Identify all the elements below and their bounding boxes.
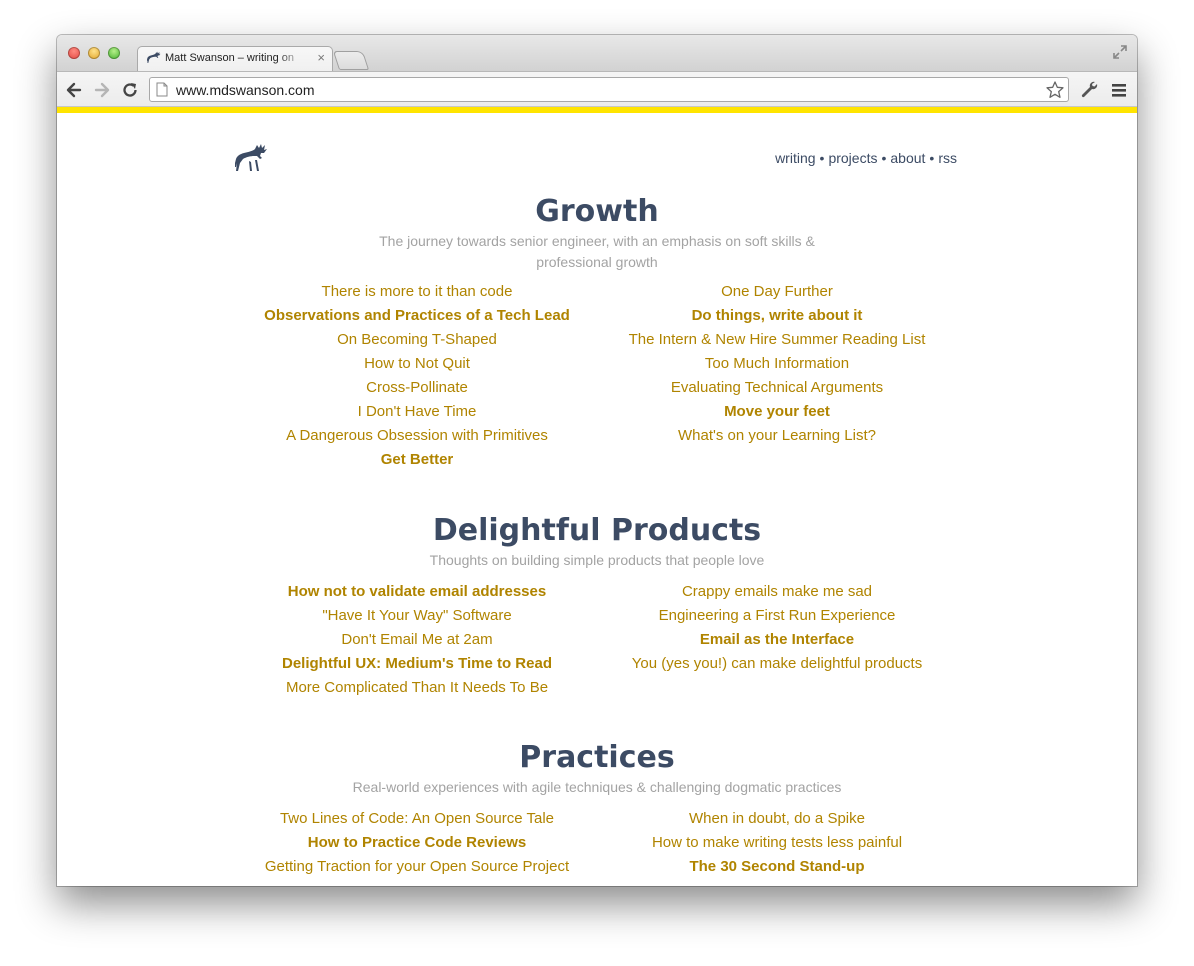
title-bar: Matt Swanson – writing on × bbox=[57, 35, 1137, 71]
article-link[interactable]: Do things, write about it bbox=[597, 304, 957, 328]
wrench-icon[interactable] bbox=[1079, 80, 1099, 100]
article-column-right: When in doubt, do a Spike How to make wr… bbox=[597, 807, 957, 879]
tab-title: Matt Swanson – writing on bbox=[165, 52, 295, 64]
article-columns: There is more to it than code Observatio… bbox=[237, 280, 957, 480]
article-link[interactable]: How to Not Quit bbox=[237, 352, 597, 376]
article-column-left: There is more to it than code Observatio… bbox=[237, 280, 597, 472]
article-link[interactable]: How to make writing tests less painful bbox=[597, 831, 957, 855]
fullscreen-icon[interactable] bbox=[1113, 45, 1127, 59]
moose-favicon-icon bbox=[147, 51, 161, 64]
article-column-right: Crappy emails make me sad Engineering a … bbox=[597, 580, 957, 676]
back-icon[interactable] bbox=[65, 81, 83, 99]
article-link[interactable]: Cross-Pollinate bbox=[237, 376, 597, 400]
article-link[interactable]: Evaluating Technical Arguments bbox=[597, 376, 957, 400]
article-link[interactable]: You (yes you!) can make delightful produ… bbox=[597, 652, 957, 676]
article-link[interactable]: The Intern & New Hire Summer Reading Lis… bbox=[597, 328, 957, 352]
address-text: www.mdswanson.com bbox=[176, 82, 315, 98]
page-content: writing • projects • about • rss Growth The jo… bbox=[57, 113, 1137, 886]
article-link[interactable]: Too Much Information bbox=[597, 352, 957, 376]
section-description: The journey towards senior engineer, wit… bbox=[379, 233, 815, 270]
new-tab-button[interactable] bbox=[332, 51, 370, 70]
article-column-left: Two Lines of Code: An Open Source Tale H… bbox=[237, 807, 597, 879]
article-link[interactable]: How not to validate email addresses bbox=[237, 580, 597, 604]
article-link[interactable]: Delightful UX: Medium's Time to Read bbox=[237, 652, 597, 676]
article-columns: Two Lines of Code: An Open Source Tale H… bbox=[237, 807, 957, 886]
browser-window: Matt Swanson – writing on × www.mdswanso… bbox=[57, 35, 1137, 886]
nav-writing[interactable]: writing bbox=[775, 150, 815, 166]
section-title: Growth bbox=[535, 194, 659, 229]
section-description: Thoughts on building simple products tha… bbox=[429, 552, 765, 568]
bookmark-star-icon[interactable] bbox=[1045, 80, 1065, 100]
moose-icon[interactable] bbox=[235, 143, 273, 175]
article-link[interactable]: Two Lines of Code: An Open Source Tale bbox=[237, 807, 597, 831]
article-link[interactable]: How to Practice Code Reviews bbox=[237, 831, 597, 855]
section-description: Real-world experiences with agile techni… bbox=[352, 779, 842, 795]
article-link[interactable]: One Day Further bbox=[597, 280, 957, 304]
article-link[interactable]: More Complicated Than It Needs To Be bbox=[237, 676, 597, 700]
article-link[interactable]: Move your feet bbox=[597, 400, 957, 424]
close-window-icon[interactable] bbox=[68, 47, 80, 59]
browser-tab[interactable]: Matt Swanson – writing on × bbox=[137, 46, 333, 71]
nav-projects[interactable]: projects bbox=[828, 150, 877, 166]
window-controls bbox=[68, 47, 120, 59]
article-link[interactable]: Get Better bbox=[237, 448, 597, 472]
nav-separator: • bbox=[929, 150, 935, 166]
menu-icon[interactable] bbox=[1111, 81, 1127, 99]
article-link[interactable]: When in doubt, do a Spike bbox=[597, 807, 957, 831]
tab-close-icon[interactable]: × bbox=[317, 50, 325, 66]
browser-toolbar: www.mdswanson.com bbox=[57, 71, 1137, 107]
article-link[interactable]: The 30 Second Stand-up bbox=[597, 855, 957, 879]
section-practices: Practices Real-world experiences with ag… bbox=[237, 741, 957, 886]
section-title: Delightful Products bbox=[432, 513, 762, 548]
article-link[interactable]: Observations and Practices of a Tech Lea… bbox=[237, 304, 597, 328]
article-link[interactable]: Email as the Interface bbox=[597, 628, 957, 652]
article-link[interactable]: There is more to it than code bbox=[237, 280, 597, 304]
top-nav: writing • projects • about • rss bbox=[775, 150, 957, 166]
zoom-window-icon[interactable] bbox=[108, 47, 120, 59]
nav-rss[interactable]: rss bbox=[938, 150, 957, 166]
article-link[interactable]: "Have It Your Way" Software bbox=[237, 604, 597, 628]
article-link[interactable]: Getting Traction for your Open Source Pr… bbox=[237, 855, 597, 879]
nav-separator: • bbox=[881, 150, 887, 166]
reload-icon[interactable] bbox=[121, 81, 139, 99]
article-column-left: How not to validate email addresses "Hav… bbox=[237, 580, 597, 700]
article-column-right: One Day Further Do things, write about i… bbox=[597, 280, 957, 448]
forward-icon[interactable] bbox=[93, 81, 111, 99]
article-link[interactable]: On Becoming T-Shaped bbox=[237, 328, 597, 352]
article-link[interactable]: A Dangerous Obsession with Primitives bbox=[237, 424, 597, 448]
section-growth: Growth The journey towards senior engine… bbox=[237, 195, 957, 480]
minimize-window-icon[interactable] bbox=[88, 47, 100, 59]
article-link[interactable]: What's on your Learning List? bbox=[597, 424, 957, 448]
nav-separator: • bbox=[819, 150, 825, 166]
page-icon bbox=[156, 82, 168, 97]
nav-about[interactable]: about bbox=[890, 150, 925, 166]
article-link[interactable]: Crappy emails make me sad bbox=[597, 580, 957, 604]
article-link[interactable]: Engineering a First Run Experience bbox=[597, 604, 957, 628]
article-link[interactable]: Don't Email Me at 2am bbox=[237, 628, 597, 652]
article-link[interactable]: I Don't Have Time bbox=[237, 400, 597, 424]
address-bar[interactable]: www.mdswanson.com bbox=[149, 77, 1069, 102]
section-title: Practices bbox=[519, 740, 675, 775]
